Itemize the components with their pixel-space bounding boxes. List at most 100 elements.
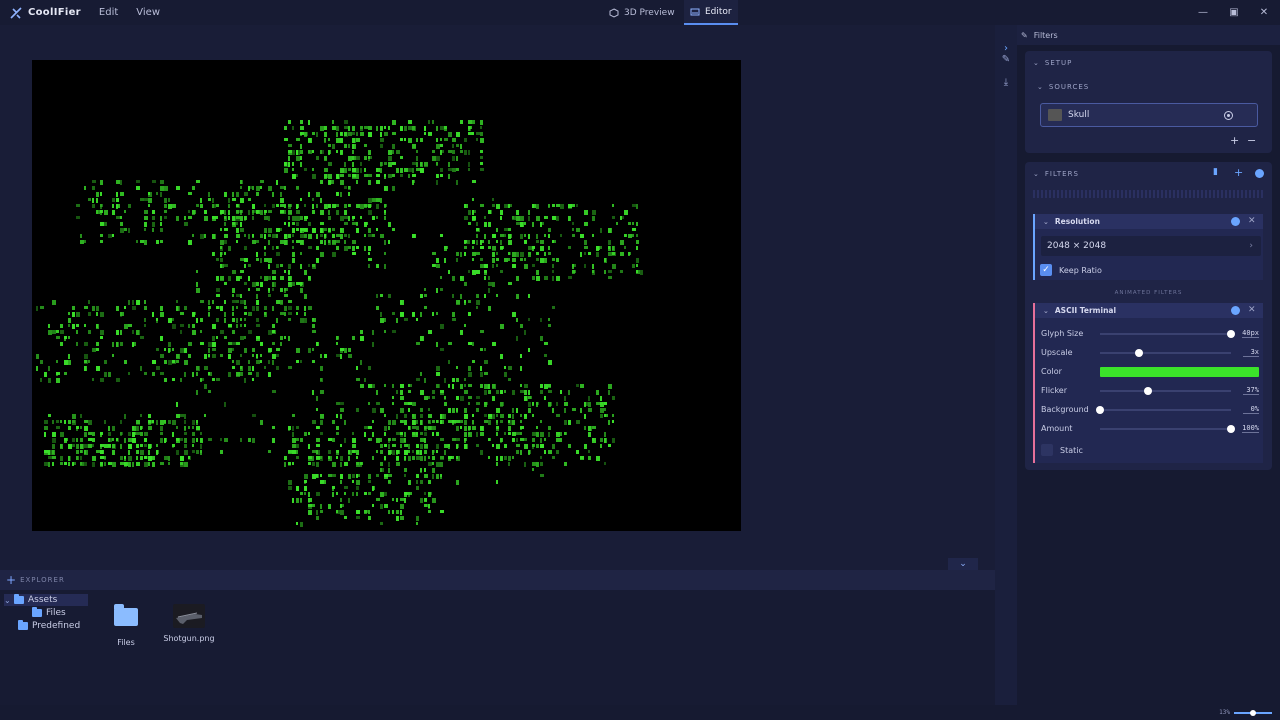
download-icon[interactable]: ⤓ bbox=[1000, 77, 1012, 89]
slider-track[interactable] bbox=[1100, 390, 1231, 392]
source-thumbnail bbox=[1048, 109, 1062, 121]
folder-icon bbox=[14, 594, 24, 604]
tab-editor[interactable]: Editor bbox=[684, 0, 738, 25]
tree-item-assets[interactable]: ⌄ Assets bbox=[4, 594, 88, 606]
minimize-icon[interactable]: — bbox=[1197, 6, 1209, 18]
app-name: CoolIFier bbox=[28, 7, 81, 18]
editor-icon bbox=[690, 8, 700, 15]
collapse-explorer-icon[interactable]: ⌄ bbox=[948, 558, 978, 570]
resolution-select[interactable]: 2048 × 2048 › bbox=[1041, 236, 1261, 256]
tab-3d-preview[interactable]: 3D Preview bbox=[603, 0, 681, 25]
file-label: Files bbox=[117, 638, 135, 647]
color-label: Color bbox=[1041, 367, 1062, 376]
amount-slider[interactable]: Amount 100% bbox=[1041, 422, 1259, 436]
color-row[interactable]: Color bbox=[1041, 365, 1259, 379]
sources-section-header[interactable]: ⌄ Sources bbox=[1037, 83, 1089, 91]
slider-knob[interactable] bbox=[1227, 330, 1235, 338]
slider-track[interactable] bbox=[1100, 352, 1231, 354]
slider-value[interactable]: 3x bbox=[1243, 348, 1259, 357]
upscale-slider[interactable]: Upscale 3x bbox=[1041, 346, 1259, 360]
panel-side-strip: › ✎ ⤓ bbox=[995, 25, 1017, 705]
glyph-size-slider[interactable]: Glyph Size 40px bbox=[1041, 327, 1259, 341]
drop-zone bbox=[1033, 190, 1264, 198]
chevron-down-icon: ⌄ bbox=[1037, 83, 1044, 91]
slider-knob[interactable] bbox=[1135, 349, 1144, 357]
title-bar: CoolIFier Edit View 3D Preview Editor — … bbox=[0, 0, 1280, 25]
tree-item-label: Files bbox=[46, 608, 66, 618]
ascii-skull-image bbox=[36, 120, 643, 527]
background-slider[interactable]: Background 0% bbox=[1041, 403, 1259, 417]
resolution-header[interactable]: ⌄ Resolution bbox=[1035, 214, 1263, 229]
setup-section-header[interactable]: ⌄ Setup bbox=[1033, 59, 1072, 67]
zoom-value: 13% bbox=[1219, 709, 1230, 716]
slider-knob[interactable] bbox=[1227, 425, 1235, 433]
slider-value[interactable]: 37% bbox=[1243, 386, 1259, 395]
panel-header: ✎ Filters bbox=[1017, 25, 1280, 45]
close-icon[interactable]: ✕ bbox=[1248, 305, 1256, 315]
close-icon[interactable]: ✕ bbox=[1248, 216, 1256, 226]
keep-ratio-checkbox[interactable]: ✓ bbox=[1040, 264, 1052, 276]
slider-value[interactable]: 40px bbox=[1242, 329, 1259, 338]
folder-icon bbox=[32, 607, 42, 617]
explorer-title: Explorer bbox=[20, 576, 65, 584]
close-icon[interactable]: ✕ bbox=[1258, 6, 1270, 18]
tree-item-predefined[interactable]: Predefined bbox=[18, 620, 80, 632]
static-label: Static bbox=[1060, 446, 1083, 455]
color-swatch[interactable] bbox=[1100, 367, 1259, 377]
source-name: Skull bbox=[1068, 110, 1090, 120]
static-checkbox[interactable] bbox=[1041, 444, 1053, 456]
canvas-area: ⌄ bbox=[0, 25, 995, 570]
ascii-terminal-header[interactable]: ⌄ ASCII Terminal bbox=[1035, 303, 1263, 318]
chevron-down-icon: ⌄ bbox=[1043, 306, 1049, 315]
slider-track[interactable] bbox=[1100, 409, 1231, 411]
tree-item-label: Assets bbox=[28, 595, 58, 605]
slider-knob[interactable] bbox=[1144, 387, 1153, 395]
tab-label: 3D Preview bbox=[624, 7, 675, 18]
panel-title: Filters bbox=[1033, 30, 1058, 40]
folder-icon bbox=[18, 620, 28, 630]
menu-edit[interactable]: Edit bbox=[99, 7, 118, 18]
status-bar: 13% bbox=[0, 705, 1280, 720]
remove-source-button[interactable]: − bbox=[1247, 134, 1256, 147]
tree-item-files[interactable]: Files bbox=[32, 607, 66, 619]
setup-card: ⌄ Setup ⌄ Sources Skull + − bbox=[1025, 51, 1272, 153]
slider-label: Background bbox=[1041, 405, 1089, 414]
logo-icon bbox=[10, 6, 22, 19]
brush-icon: ✎ bbox=[1021, 30, 1028, 40]
cube-icon bbox=[609, 7, 619, 18]
add-filter-button[interactable]: + bbox=[1234, 166, 1243, 179]
chevron-right-icon: › bbox=[1249, 241, 1253, 251]
toggle-all-icon[interactable] bbox=[1255, 169, 1264, 178]
tab-label: Editor bbox=[705, 6, 732, 17]
explorer-header: + Explorer bbox=[0, 570, 995, 590]
zoom-slider-knob[interactable] bbox=[1250, 710, 1256, 716]
ascii-render-viewport[interactable] bbox=[32, 60, 741, 531]
enable-toggle-icon[interactable] bbox=[1231, 217, 1240, 226]
ascii-terminal-filter: ⌄ ASCII Terminal ✕ Glyph Size 40px Upsca… bbox=[1033, 303, 1263, 463]
filters-section-header[interactable]: ⌄ Filters bbox=[1033, 170, 1079, 178]
keep-ratio-label: Keep Ratio bbox=[1059, 266, 1102, 275]
slider-value[interactable]: 100% bbox=[1242, 424, 1259, 433]
enable-toggle-icon[interactable] bbox=[1231, 306, 1240, 315]
slider-track[interactable] bbox=[1100, 428, 1231, 430]
file-tile-files[interactable]: Files bbox=[110, 604, 142, 647]
maximize-icon[interactable]: ▣ bbox=[1228, 6, 1240, 18]
menu-view[interactable]: View bbox=[136, 7, 160, 18]
source-item-skull[interactable]: Skull bbox=[1040, 103, 1258, 127]
chevron-down-icon: ⌄ bbox=[1043, 217, 1049, 226]
filters-card: ⌄ Filters ▮ + ⌄ Resolution ✕ 2048 × 2048… bbox=[1025, 162, 1272, 470]
slider-knob[interactable] bbox=[1096, 406, 1104, 414]
bookmark-icon[interactable]: ▮ bbox=[1213, 167, 1218, 177]
flicker-slider[interactable]: Flicker 37% bbox=[1041, 384, 1259, 398]
target-icon[interactable] bbox=[1224, 111, 1233, 120]
brush-icon[interactable]: ✎ bbox=[1000, 54, 1012, 66]
add-icon[interactable]: + bbox=[6, 573, 16, 587]
explorer-panel: ⌄ Assets Files Predefined Files Shotgun.… bbox=[0, 590, 995, 720]
slider-value[interactable]: 0% bbox=[1243, 405, 1259, 414]
add-source-button[interactable]: + bbox=[1230, 134, 1239, 147]
file-tile-shotgun[interactable]: Shotgun.png bbox=[160, 604, 218, 643]
app-logo: CoolIFier bbox=[10, 6, 81, 19]
slider-track[interactable] bbox=[1100, 333, 1231, 335]
slider-label: Amount bbox=[1041, 424, 1073, 433]
tree-item-label: Predefined bbox=[32, 621, 81, 631]
